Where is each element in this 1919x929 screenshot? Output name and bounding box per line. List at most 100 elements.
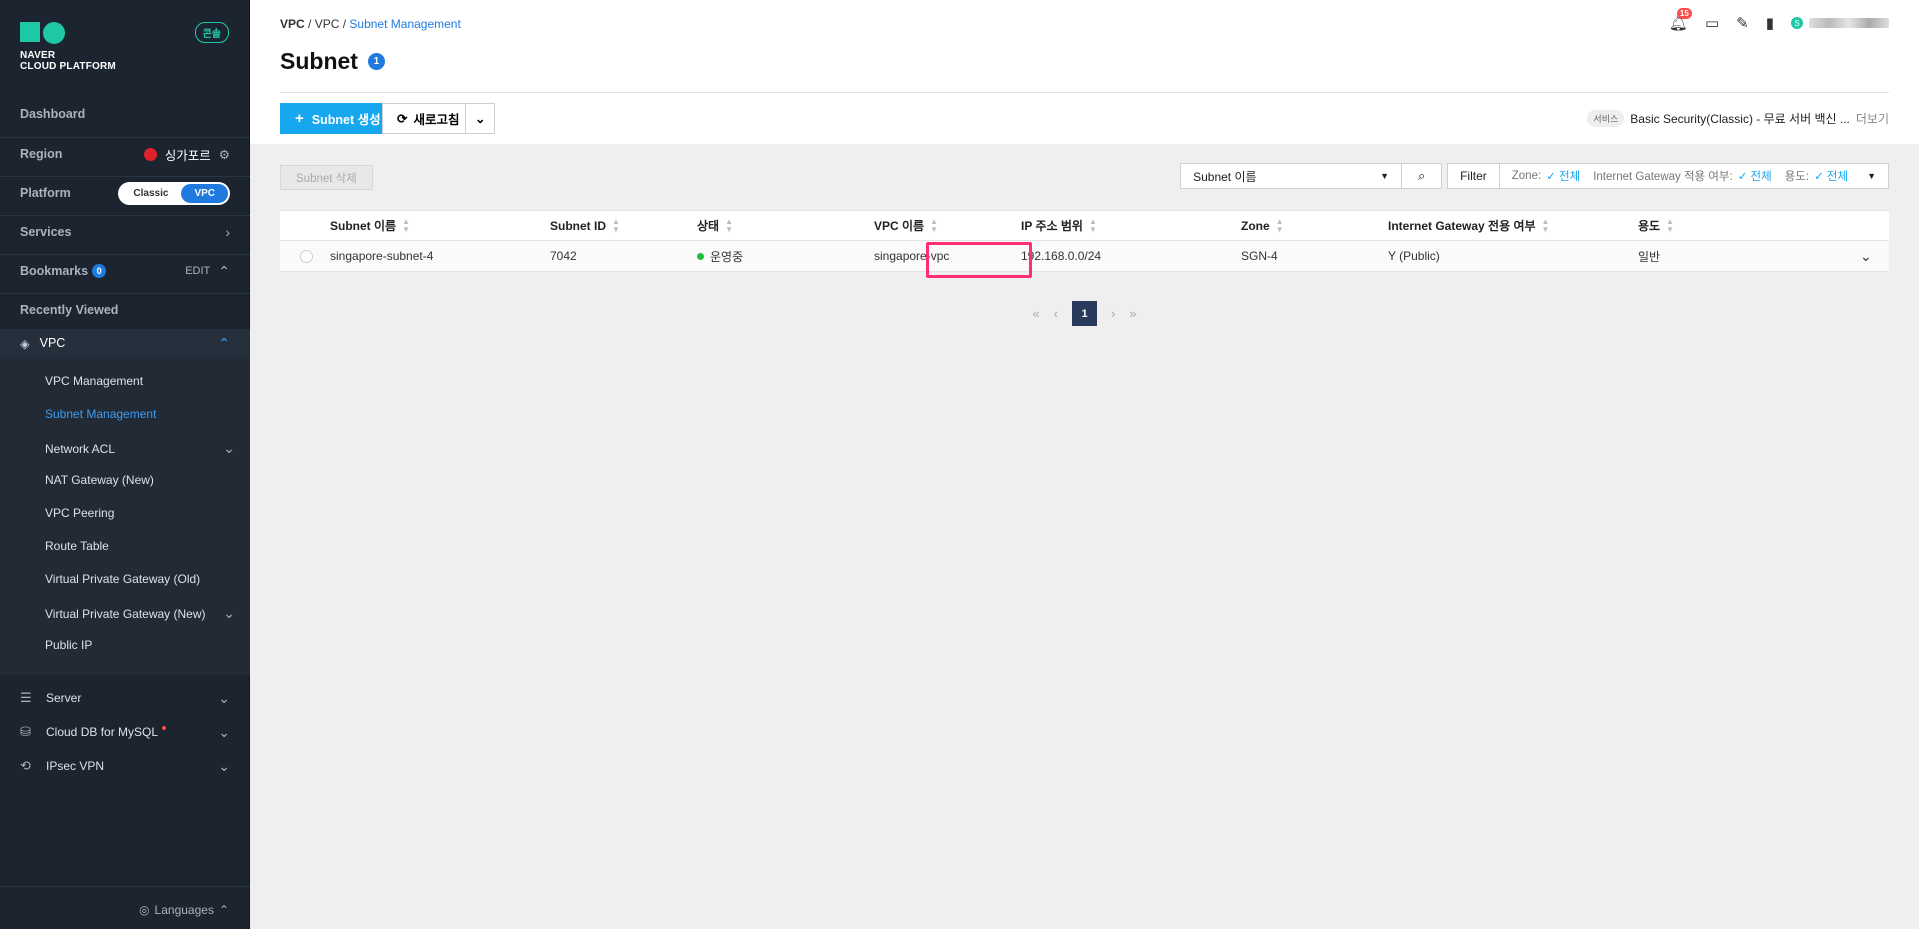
row-select-radio[interactable] [300, 249, 313, 263]
column-usage[interactable]: 용도 ▲ ▼ [1638, 217, 1674, 234]
sidebar-item-nat-gateway[interactable]: NAT Gateway (New) [45, 473, 235, 487]
usage-value-text: 전체 [1826, 171, 1849, 183]
sidebar-item-vpc-management[interactable]: VPC Management [45, 374, 235, 388]
bookmarks-edit-button[interactable]: EDIT [185, 265, 210, 277]
first-page-icon[interactable]: « [1032, 306, 1039, 321]
page-current[interactable]: 1 [1072, 301, 1097, 326]
column-label: VPC 이름 [874, 219, 925, 233]
sort-icon: ▲ ▼ [402, 216, 411, 234]
vpc-group-label: VPC [39, 336, 66, 350]
search-field-select[interactable]: Subnet 이름 ▼ [1180, 163, 1403, 189]
breadcrumb-current: Subnet Management [349, 17, 461, 31]
filter-summary[interactable]: Zone: ✓ 전체 Internet Gateway 적용 여부: ✓ 전체 … [1499, 163, 1889, 189]
page-header: VPC / VPC / Subnet Management Subnet 1 🔔… [250, 0, 1919, 144]
sidebar-service-ipsec-vpn[interactable]: ⟲ IPsec VPN ⌄ [0, 751, 250, 781]
status-highlight-box [926, 242, 1032, 278]
database-icon: ⛁ [20, 724, 31, 739]
prev-page-icon[interactable]: ‹ [1054, 306, 1058, 321]
bookmarks-label: Bookmarks [20, 264, 89, 278]
sort-icon: ▲ ▼ [930, 216, 939, 234]
refresh-label: 새로고침 [413, 113, 460, 127]
search-field-value: Subnet 이름 [1193, 169, 1257, 184]
sidebar-item-label: Public IP [45, 638, 93, 652]
cell-subnet-name: singapore-subnet-4 [330, 249, 434, 263]
more-actions-dropdown[interactable]: ⌄ [465, 103, 496, 134]
service-banner[interactable]: 서비스 Basic Security(Classic) - 무료 서버 백신 .… [1587, 110, 1889, 127]
user-menu[interactable]: S [1791, 17, 1889, 29]
sidebar-services[interactable]: Services › [0, 215, 250, 249]
sidebar-service-cloud-db-mysql[interactable]: ⛁ Cloud DB for MySQL ⌄ [0, 717, 250, 747]
platform-vpc-option[interactable]: VPC [181, 183, 228, 203]
table-row[interactable]: singapore-subnet-4 7042 운영중 singapore-vp… [280, 241, 1889, 272]
usage-filter-label: 용도: [1784, 171, 1810, 183]
page-title: Subnet 1 [280, 48, 385, 75]
vpc-submenu: VPC Management Subnet Management Network… [0, 357, 250, 675]
chevron-up-icon[interactable]: ⌃ [218, 335, 230, 352]
singapore-flag-icon [143, 147, 157, 161]
sidebar-service-server[interactable]: ☰ Server ⌄ [0, 683, 250, 713]
gear-icon[interactable]: ⚙ [219, 147, 230, 162]
platform-classic-option[interactable]: Classic [120, 184, 181, 203]
sidebar-item-vpc-peering[interactable]: VPC Peering [45, 506, 235, 520]
edit-note-icon[interactable]: ✎ [1736, 14, 1749, 32]
region-label: Region [20, 147, 63, 161]
sidebar-region[interactable]: Region 싱가포르 ⚙ [0, 137, 250, 171]
sidebar-item-vpg-old[interactable]: Virtual Private Gateway (Old) [45, 572, 235, 586]
sidebar-bookmarks[interactable]: Bookmarks 0 EDIT ⌃ [0, 254, 250, 288]
filter-bar: Subnet 이름 ▼ ⌕ Filter Zone: ✓ 전체 Internet… [1180, 163, 1889, 189]
zone-filter-value: ✓ 전체 [1546, 171, 1581, 183]
chat-icon[interactable]: ▭ [1705, 14, 1719, 32]
platform-toggle[interactable]: Classic VPC [118, 181, 230, 205]
igw-filter-value: ✓ 전체 [1737, 171, 1772, 183]
next-page-icon[interactable]: › [1111, 306, 1115, 321]
refresh-button[interactable]: ⟳ 새로고침 [382, 103, 475, 134]
sidebar-vpc-group[interactable]: ◈ VPC ⌃ [0, 329, 250, 357]
search-button[interactable]: ⌕ [1402, 163, 1443, 189]
delete-subnet-button[interactable]: Subnet 삭제 [280, 165, 373, 190]
chevron-up-icon: ⌃ [218, 903, 229, 917]
breadcrumb-item[interactable]: VPC [315, 17, 340, 31]
column-label: Zone [1241, 218, 1270, 233]
sidebar-item-network-acl[interactable]: Network ACL ⌄ [45, 440, 235, 457]
region-value: 싱가포르 [164, 148, 211, 163]
languages-button[interactable]: ◎ Languages ⌃ [139, 903, 229, 917]
refresh-icon: ⟳ [397, 112, 408, 126]
service-label: Cloud DB for MySQL [46, 725, 159, 739]
pagination: « ‹ 1 › » [280, 301, 1889, 326]
bell-icon[interactable]: 🔔︎ 15 [1669, 8, 1692, 32]
column-ip-range[interactable]: IP 주소 범위 ▲ ▼ [1021, 217, 1097, 234]
create-subnet-button[interactable]: + Subnet 생성 [280, 103, 396, 134]
row-expand-chevron-icon[interactable]: ⌄ [1860, 248, 1872, 265]
book-icon[interactable]: ▮ [1766, 14, 1774, 32]
subnet-count-badge: 1 [367, 53, 385, 70]
column-zone[interactable]: Zone ▲ ▼ [1241, 217, 1284, 234]
column-status[interactable]: 상태 ▲ ▼ [697, 217, 733, 234]
new-indicator-dot [162, 726, 167, 730]
sidebar-dashboard[interactable]: Dashboard [0, 97, 250, 131]
column-subnet-name[interactable]: Subnet 이름 ▲ ▼ [330, 217, 410, 234]
sidebar-item-route-table[interactable]: Route Table [45, 539, 235, 553]
service-more-link[interactable]: 더보기 [1856, 110, 1889, 127]
column-vpc-name[interactable]: VPC 이름 ▲ ▼ [874, 217, 938, 234]
breadcrumb: VPC / VPC / Subnet Management [280, 17, 461, 31]
sidebar-item-public-ip[interactable]: Public IP [45, 638, 235, 652]
vpn-icon: ⟲ [20, 758, 31, 773]
column-igw[interactable]: Internet Gateway 전용 여부 ▲ ▼ [1388, 217, 1549, 234]
breadcrumb-item[interactable]: VPC [280, 17, 305, 31]
last-page-icon[interactable]: » [1129, 306, 1136, 321]
chevron-up-icon[interactable]: ⌃ [218, 263, 230, 280]
chevron-down-icon: ⌄ [223, 440, 235, 456]
sidebar-item-vpg-new[interactable]: Virtual Private Gateway (New) ⌄ [45, 605, 235, 622]
filter-button[interactable]: Filter [1447, 163, 1500, 189]
console-badge[interactable]: 콘솔 [194, 22, 229, 43]
globe-icon: ◎ [139, 903, 150, 917]
service-label: Server [46, 691, 82, 705]
notification-count: 15 [1676, 8, 1692, 19]
column-subnet-id[interactable]: Subnet ID ▲ ▼ [550, 217, 620, 234]
igw-filter-label: Internet Gateway 적용 여부: [1593, 171, 1733, 183]
sort-icon: ▲ ▼ [1666, 216, 1675, 234]
naver-cloud-logo[interactable]: NAVER CLOUD PLATFORM [20, 22, 116, 72]
sort-icon: ▲ ▼ [725, 216, 734, 234]
sidebar-item-subnet-management[interactable]: Subnet Management [45, 407, 235, 421]
plus-icon: + [295, 110, 304, 127]
